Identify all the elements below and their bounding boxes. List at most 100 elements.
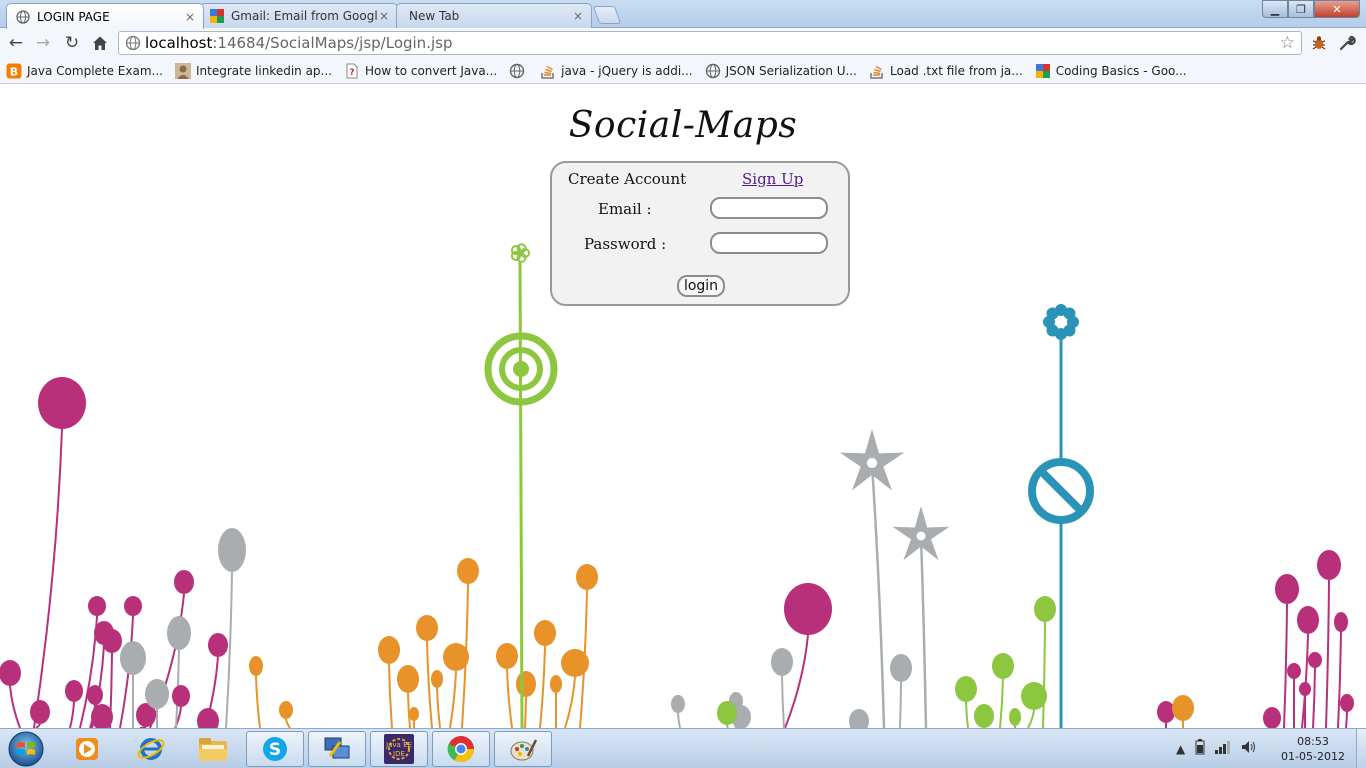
bookmark-label: Coding Basics - Goo... <box>1055 63 1187 78</box>
taskbar-skype[interactable]: S <box>246 731 304 767</box>
flower-stem <box>1345 711 1348 728</box>
media-player-icon <box>76 738 98 760</box>
flower-bud <box>496 643 518 669</box>
flower-bud <box>1275 574 1299 604</box>
maximize-button[interactable]: ❐ <box>1288 0 1314 18</box>
password-input[interactable] <box>710 232 828 254</box>
taskbar-file-explorer[interactable] <box>184 731 242 767</box>
forward-arrow-icon: → <box>35 33 51 53</box>
bookmark-item[interactable]: java - jQuery is addi... <box>540 63 693 79</box>
new-tab-button[interactable] <box>592 6 622 24</box>
show-hidden-icons-button[interactable]: ▲ <box>1176 742 1185 756</box>
url-host: localhost <box>145 34 213 52</box>
settings-button[interactable] <box>1336 32 1358 54</box>
login-button[interactable]: login <box>677 275 725 297</box>
flower-stem <box>1337 631 1342 728</box>
flower-bud <box>102 629 122 653</box>
taskbar-java-ee-ide[interactable]: Java EE IDE <box>370 731 428 767</box>
tab-label: Gmail: Email from Google <box>231 9 377 23</box>
flower-bud <box>409 707 419 721</box>
flower-bud <box>457 558 479 584</box>
flower-stem <box>388 663 393 728</box>
bookmark-item[interactable]: B Java Complete Exam... <box>6 63 163 79</box>
tab-login-page[interactable]: LOGIN PAGE × <box>6 3 204 29</box>
flower-bud <box>0 660 21 686</box>
bookmark-item[interactable]: Load .txt file from ja... <box>869 63 1023 79</box>
flower-bud <box>576 564 598 590</box>
start-button[interactable] <box>4 730 48 768</box>
wrench-icon <box>1339 35 1356 51</box>
clock-date: 01-05-2012 <box>1281 750 1345 763</box>
flower-stem <box>781 675 785 728</box>
flower-bud <box>671 695 685 713</box>
flower-stem <box>426 640 433 728</box>
flower-stem <box>1312 667 1316 728</box>
taskbar-paint[interactable] <box>494 731 552 767</box>
internet-explorer-icon <box>137 738 165 760</box>
flower-bud <box>167 616 191 650</box>
bookmark-item[interactable]: ? How to convert Java... <box>344 63 497 79</box>
address-bar[interactable]: localhost:14684/SocialMaps/jsp/Login.jsp… <box>118 31 1302 55</box>
flower-stem <box>524 696 527 728</box>
browser-toolbar: ← → ↻ localhost:14684/SocialMaps/jsp/Log… <box>0 28 1366 58</box>
flower-bud <box>65 680 83 702</box>
bug-extension-icon <box>1312 36 1326 50</box>
sign-up-link[interactable]: Sign Up <box>742 170 803 188</box>
tab-new-tab[interactable]: New Tab × <box>396 3 592 28</box>
taskbar-chrome[interactable] <box>432 731 490 767</box>
url-path: :14684/SocialMaps/jsp/Login.jsp <box>212 34 453 52</box>
bookmark-item[interactable] <box>509 63 530 79</box>
home-button[interactable] <box>89 32 111 54</box>
flower-bud <box>955 676 977 702</box>
taskbar-internet-explorer[interactable] <box>122 731 180 767</box>
gray-star-flower-center <box>866 457 878 469</box>
forward-button[interactable]: → <box>32 32 54 54</box>
google-icon <box>209 8 225 24</box>
flower-bud <box>1317 550 1341 580</box>
volume-icon[interactable] <box>1241 740 1257 757</box>
close-tab-icon[interactable]: × <box>571 9 585 23</box>
battery-icon[interactable] <box>1195 739 1205 758</box>
target-flower-center <box>513 361 529 377</box>
flower-bud <box>397 665 419 693</box>
bookmark-item[interactable]: Integrate linkedin ap... <box>174 62 332 79</box>
flower-stem <box>518 260 524 728</box>
flower-stem <box>506 668 513 728</box>
flower-bud <box>38 377 86 429</box>
flower-bud <box>88 596 106 616</box>
bookmark-star-icon[interactable]: ☆ <box>1280 33 1295 53</box>
flower-stem <box>965 701 969 728</box>
flower-stem <box>564 676 576 728</box>
network-signal-icon[interactable] <box>1215 740 1231 757</box>
flower-stem <box>784 634 809 728</box>
flower-bud <box>120 641 146 675</box>
close-window-button[interactable]: ✕ <box>1314 0 1360 18</box>
flower-bud <box>561 649 589 677</box>
show-desktop-button[interactable] <box>1356 729 1366 768</box>
bookmark-item[interactable]: Coding Basics - Goo... <box>1035 63 1187 79</box>
skype-icon: S <box>263 737 287 761</box>
taskbar-media-player[interactable] <box>58 731 116 767</box>
system-clock[interactable]: 08:53 01-05-2012 <box>1278 734 1348 764</box>
tab-label: LOGIN PAGE <box>37 9 110 24</box>
extension-button[interactable] <box>1308 32 1330 54</box>
flower-bud <box>124 596 142 616</box>
close-tab-icon[interactable]: × <box>183 10 197 24</box>
password-label: Password : <box>584 235 667 253</box>
bookmark-label: Integrate linkedin ap... <box>195 63 332 78</box>
close-tab-icon[interactable]: × <box>377 9 391 23</box>
windows-start-orb-icon <box>8 731 44 767</box>
back-button[interactable]: ← <box>5 32 27 54</box>
minimize-button[interactable]: ▁ <box>1262 0 1288 18</box>
flower-bud <box>443 643 469 671</box>
reload-button[interactable]: ↻ <box>61 32 83 54</box>
tab-gmail[interactable]: Gmail: Email from Google × <box>200 3 398 28</box>
flower-bud <box>1009 708 1021 726</box>
email-input[interactable] <box>710 197 828 219</box>
flower-stem <box>33 428 63 728</box>
flower-bud <box>174 570 194 594</box>
bookmark-item[interactable]: JSON Serialization U... <box>705 63 857 79</box>
user-avatar-icon <box>174 62 191 79</box>
java-ee-ide-icon: Java EEIDE <box>384 734 414 764</box>
taskbar-remote-desktop[interactable] <box>308 731 366 767</box>
